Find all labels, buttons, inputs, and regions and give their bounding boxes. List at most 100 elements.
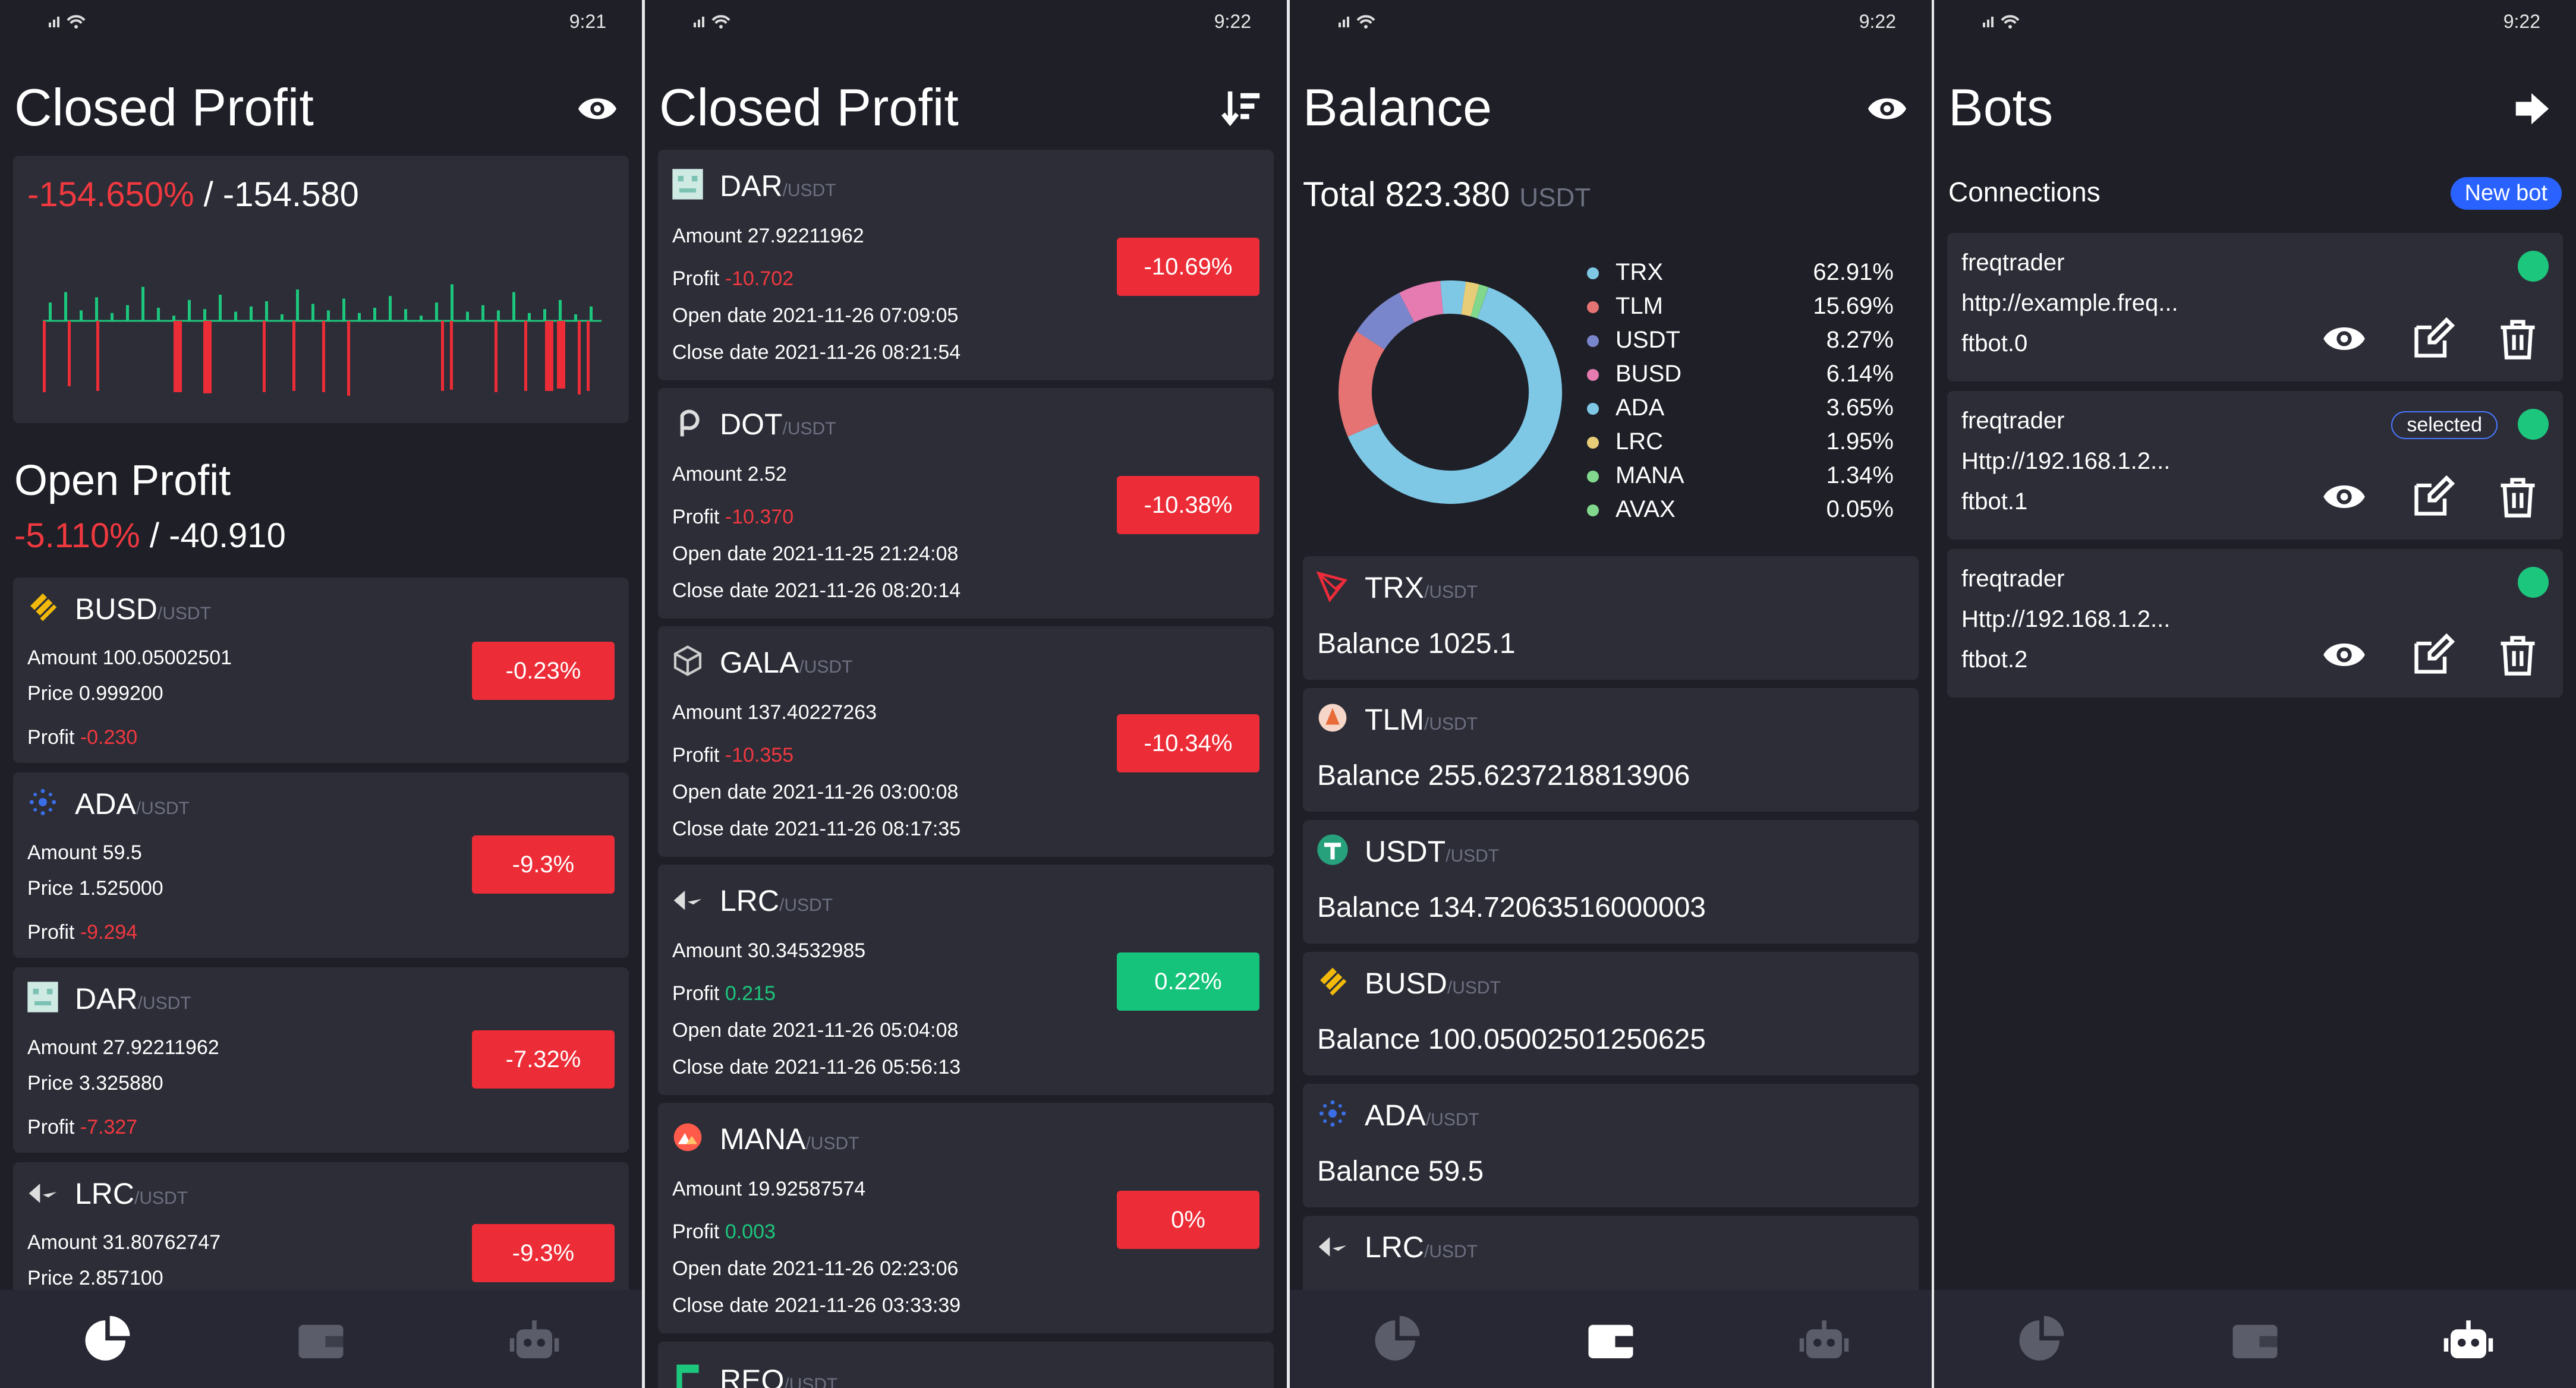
close-date: Close date 2021-11-26 08:17:35 bbox=[672, 818, 961, 840]
signal-wifi-icon bbox=[1983, 15, 2020, 29]
profit-bar bbox=[188, 299, 191, 321]
trade-card-mana[interactable]: MANA/USDT Amount 19.92587574 Profit 0.003 O… bbox=[658, 1103, 1274, 1333]
trade-card-dot[interactable]: DOT/USDT Amount 2.52 Profit -10.370 Open da… bbox=[658, 388, 1274, 619]
balance-card-tlm[interactable]: TLM/USDT Balance 255.6237218813906 bbox=[1303, 688, 1919, 812]
edit-icon[interactable] bbox=[2411, 632, 2456, 677]
bot-id: ftbot.0 bbox=[1961, 330, 2028, 357]
lrc-coin-icon bbox=[29, 1184, 57, 1203]
eye-icon[interactable] bbox=[2322, 316, 2367, 361]
symbol: DAR bbox=[720, 169, 783, 203]
wallet-nav-icon[interactable] bbox=[294, 1314, 348, 1367]
profit-bar bbox=[80, 310, 83, 321]
balance-card-usdt[interactable]: USDT/USDT Balance 134.72063516000003 bbox=[1303, 820, 1919, 944]
trade-card-lrc[interactable]: LRC/USDT Amount 30.34532985 Profit 0.215 Op… bbox=[658, 865, 1274, 1095]
trade-card-dar[interactable]: DAR/USDT Amount 27.92211962 Profit -10.702… bbox=[658, 150, 1274, 380]
legend-color-dot bbox=[1587, 437, 1599, 449]
position-card-dar[interactable]: DAR/USDT Amount 27.92211962 Price 3.3258… bbox=[13, 967, 629, 1153]
amount: Amount 27.92211962 bbox=[672, 225, 864, 247]
wallet-nav-icon[interactable] bbox=[1584, 1314, 1637, 1367]
legend-color-dot bbox=[1587, 471, 1599, 482]
profit-bar bbox=[296, 289, 299, 321]
eye-icon[interactable] bbox=[577, 88, 618, 130]
price: Price 0.999200 bbox=[27, 682, 163, 705]
legend-label: USDT bbox=[1615, 327, 1680, 353]
bot-card[interactable]: freqtrader Http://192.168.1.2... ftbot.2 bbox=[1947, 549, 2563, 698]
profit-value: -10.702 bbox=[725, 267, 794, 290]
legend-percent: 3.65% bbox=[1826, 395, 1894, 421]
balance-card-trx[interactable]: TRX/USDT Balance 1025.1 bbox=[1303, 556, 1919, 680]
loss-bar bbox=[524, 321, 527, 391]
legend-label: AVAX bbox=[1615, 496, 1676, 522]
trade-card-gala[interactable]: GALA/USDT Amount 137.40227263 Profit -10.3… bbox=[658, 626, 1274, 857]
legend-percent: 1.95% bbox=[1826, 428, 1894, 455]
sort-descending-icon[interactable] bbox=[1221, 88, 1263, 130]
trash-icon[interactable] bbox=[2495, 316, 2540, 361]
dar-coin-icon bbox=[27, 982, 58, 1012]
summary-separator: / bbox=[149, 516, 159, 555]
quote: /USDT bbox=[782, 419, 836, 439]
donut-slice-lrc bbox=[1461, 281, 1479, 317]
legend-item: LRC 1.95% bbox=[1587, 425, 1908, 459]
bot-id: ftbot.1 bbox=[1961, 488, 2028, 515]
robot-nav-icon[interactable] bbox=[2442, 1314, 2495, 1367]
bot-card[interactable]: freqtrader http://example.freq... ftbot.0 bbox=[1947, 233, 2563, 381]
edit-icon[interactable] bbox=[2411, 316, 2456, 361]
quote: /USDT bbox=[1424, 582, 1478, 602]
trade-card-req[interactable]: REQ/USDT bbox=[658, 1342, 1274, 1388]
symbol: MANA bbox=[720, 1122, 806, 1156]
connections-label: Connections bbox=[1948, 176, 2101, 207]
logout-icon[interactable] bbox=[2511, 88, 2552, 130]
position-card-busd[interactable]: BUSD/USDT Amount 100.05002501 Price 0.99… bbox=[13, 578, 629, 763]
profit-value: -10.355 bbox=[725, 744, 794, 766]
new-bot-button[interactable]: New bot bbox=[2450, 177, 2562, 210]
balance-card-busd[interactable]: BUSD/USDT Balance 100.05002501250625 bbox=[1303, 952, 1919, 1075]
bot-card[interactable]: freqtrader Http://192.168.1.2... ftbot.1 se… bbox=[1947, 391, 2563, 540]
profit-bar bbox=[590, 306, 593, 321]
position-card-lrc[interactable]: LRC/USDT Amount 31.80762747 Price 2.8571… bbox=[13, 1162, 629, 1311]
profit-badge: -9.3% bbox=[472, 835, 615, 894]
profit-bar bbox=[111, 313, 114, 321]
amount: Amount 2.52 bbox=[672, 463, 787, 485]
wallet-nav-icon[interactable] bbox=[2228, 1314, 2282, 1367]
bottom-navigation bbox=[1290, 1290, 1932, 1388]
symbol: TRX bbox=[1365, 571, 1424, 604]
eye-icon[interactable] bbox=[2322, 632, 2367, 677]
loss-bar bbox=[545, 321, 553, 391]
status-bar: 9:22 bbox=[1290, 0, 1932, 42]
pie-chart-nav-icon[interactable] bbox=[81, 1314, 134, 1367]
profit-bar bbox=[342, 298, 345, 321]
profit-label: Profit bbox=[27, 921, 75, 944]
eye-icon[interactable] bbox=[2322, 474, 2367, 519]
pie-chart-nav-icon[interactable] bbox=[1371, 1314, 1424, 1367]
balance-card-ada[interactable]: ADA/USDT Balance 59.5 bbox=[1303, 1084, 1919, 1207]
legend-item: AVAX 0.05% bbox=[1587, 493, 1908, 526]
trash-icon[interactable] bbox=[2495, 474, 2540, 519]
bot-url: http://example.freq... bbox=[1961, 290, 2178, 316]
bots-screen: 9:22 Bots Connections New bot freqtrader… bbox=[1934, 0, 2576, 1388]
profit-bar bbox=[281, 314, 284, 321]
open-date: Open date 2021-11-26 05:04:08 bbox=[672, 1019, 959, 1042]
profit-value: 0.003 bbox=[725, 1220, 776, 1243]
lrc-coin-icon bbox=[1318, 1237, 1347, 1257]
legend-item: TLM 15.69% bbox=[1587, 289, 1908, 323]
quote: /USDT bbox=[784, 1375, 838, 1388]
busd-coin-icon bbox=[1320, 967, 1347, 996]
trash-icon[interactable] bbox=[2495, 632, 2540, 677]
position-card-ada[interactable]: ADA/USDT Amount 59.5 Price 1.525000 Prof… bbox=[13, 772, 629, 958]
profit-bar bbox=[481, 305, 484, 321]
ada-coin-icon bbox=[29, 788, 56, 816]
symbol: DOT bbox=[720, 408, 783, 441]
pie-chart-nav-icon[interactable] bbox=[2015, 1314, 2068, 1367]
eye-icon[interactable] bbox=[1866, 88, 1908, 130]
symbol: BUSD bbox=[1365, 967, 1447, 1000]
dar-coin-icon bbox=[672, 169, 703, 200]
selected-badge: selected bbox=[2391, 411, 2498, 439]
robot-nav-icon[interactable] bbox=[1797, 1314, 1851, 1367]
profit-badge: -0.23% bbox=[472, 642, 615, 700]
bot-exchange: freqtrader bbox=[1961, 250, 2065, 276]
edit-icon[interactable] bbox=[2411, 474, 2456, 519]
gala-coin-icon bbox=[673, 645, 702, 676]
robot-nav-icon[interactable] bbox=[508, 1314, 561, 1367]
symbol: DAR bbox=[75, 982, 138, 1015]
closed-profit-screen: 9:21 Closed Profit -154.650% / -154.580 … bbox=[0, 0, 642, 1388]
